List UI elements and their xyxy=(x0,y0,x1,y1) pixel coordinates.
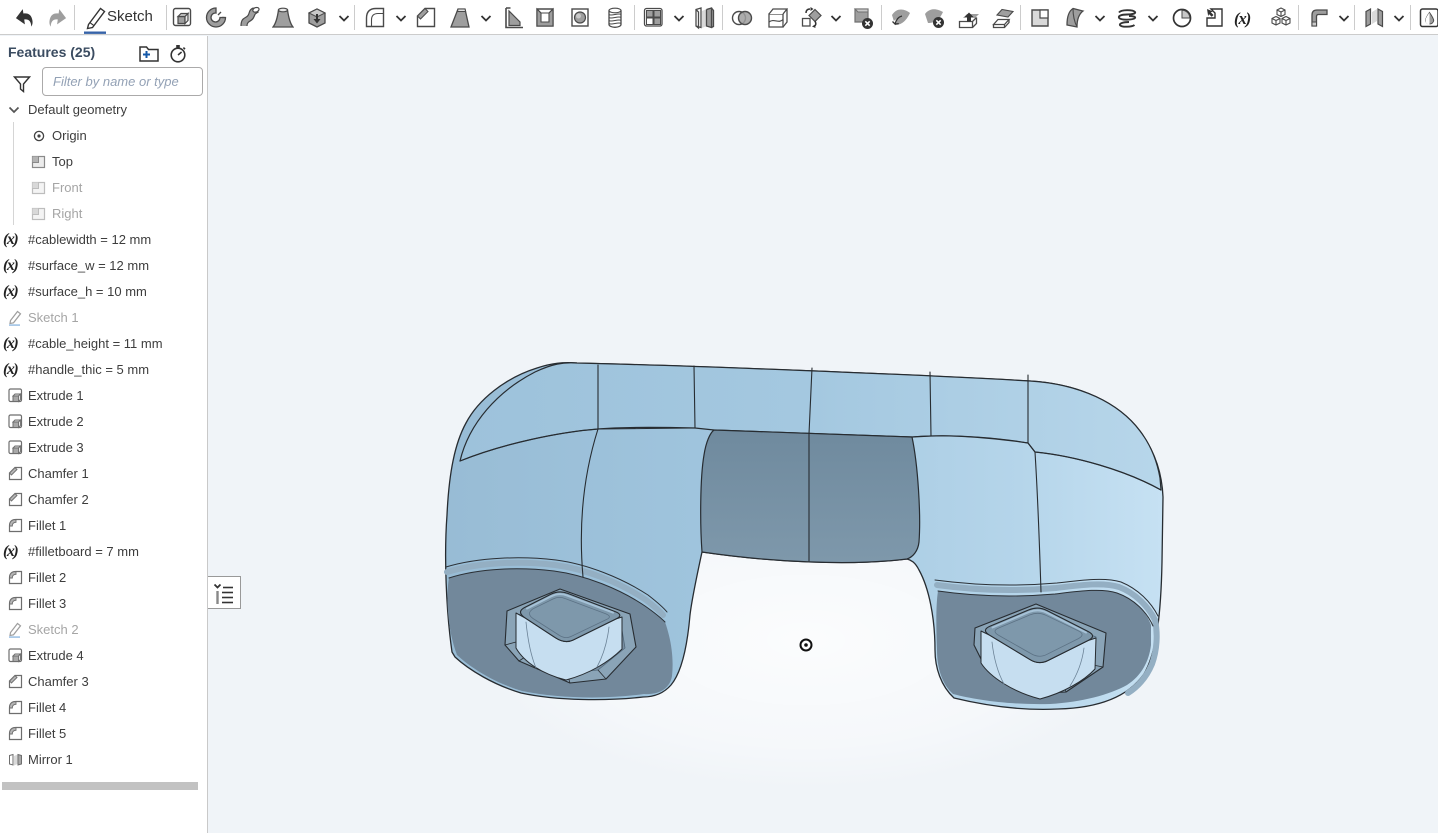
svg-text:(x): (x) xyxy=(1234,9,1251,28)
